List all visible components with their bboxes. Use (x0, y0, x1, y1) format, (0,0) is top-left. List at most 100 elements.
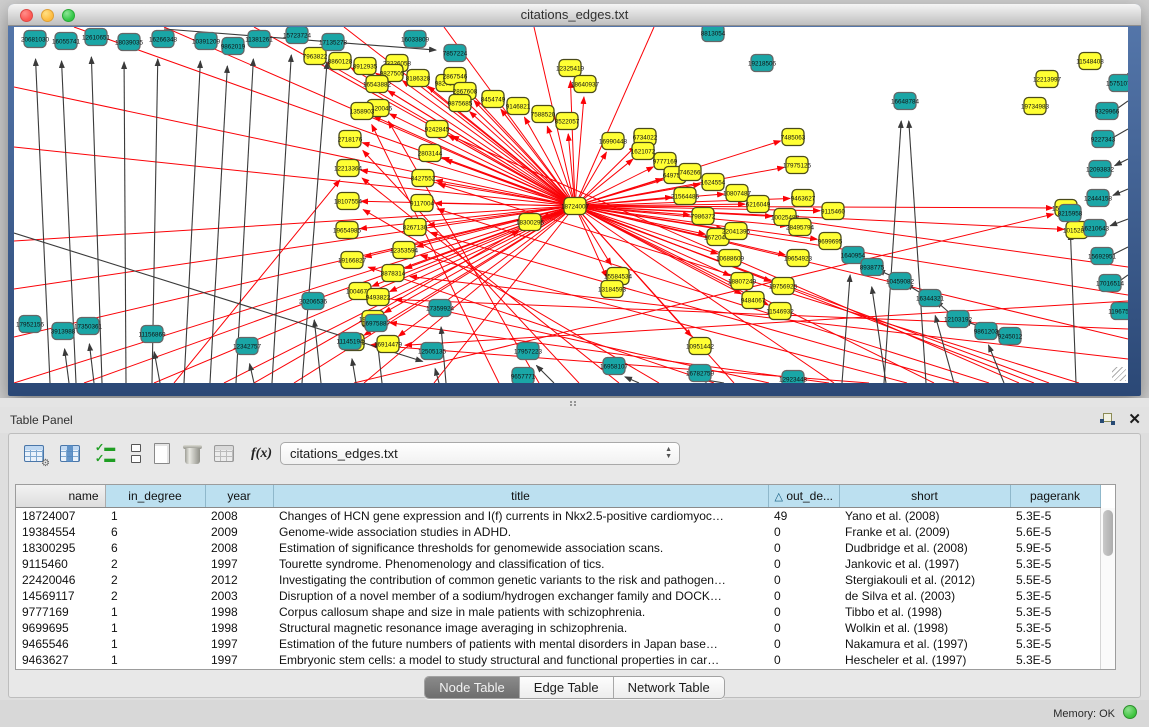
graph-node[interactable]: 18807249 (728, 273, 757, 290)
graph-node[interactable]: 7485063 (781, 129, 806, 146)
float-panel-icon[interactable] (1100, 413, 1115, 427)
graph-node[interactable]: 9862019 (221, 38, 246, 55)
graph-node[interactable]: 19734983 (1021, 98, 1050, 115)
graph-node[interactable]: 7857224 (443, 45, 468, 62)
graph-node[interactable]: 1358903 (350, 103, 375, 120)
graph-edge[interactable] (352, 359, 356, 383)
graph-node[interactable]: 11145194 (336, 333, 364, 350)
graph-node[interactable]: 17359924 (426, 300, 455, 317)
graph-node[interactable]: 1621072 (631, 143, 656, 160)
graph-node[interactable]: 12103192 (944, 311, 973, 328)
network-canvas[interactable]: 1872400779638228860128891293523226058982… (14, 27, 1128, 383)
graph-edge[interactable] (368, 267, 714, 383)
graph-node[interactable]: 16648784 (891, 93, 920, 110)
graph-node[interactable]: 8215958 (1058, 205, 1083, 222)
graph-node[interactable]: 9463627 (791, 190, 816, 207)
graph-node[interactable]: 20681030 (21, 31, 50, 48)
graph-node[interactable]: 10951442 (686, 338, 715, 355)
split-pane-divider[interactable] (0, 398, 1149, 407)
graph-node[interactable]: 9146821 (506, 98, 531, 115)
table-row[interactable]: 946554611997Estimation of the future num… (16, 636, 1100, 652)
network-window-titlebar[interactable]: citations_edges.txt (8, 4, 1141, 26)
column-header-year[interactable]: year (205, 485, 273, 507)
graph-node[interactable]: 19166827 (338, 252, 367, 269)
graph-node[interactable]: 19654985 (333, 222, 362, 239)
graph-node[interactable]: 15751074 (1106, 75, 1128, 92)
graph-node[interactable]: 9227343 (1091, 131, 1116, 148)
graph-node[interactable]: 15692951 (1088, 248, 1117, 265)
graph-node[interactable]: 1624554 (701, 174, 726, 191)
scrollbar-thumb[interactable] (1103, 510, 1113, 556)
graph-edge[interactable] (390, 114, 575, 206)
graph-node[interactable]: 18107554 (334, 193, 363, 210)
memory-status-dot[interactable] (1123, 705, 1137, 719)
graph-node[interactable]: 15723724 (283, 27, 312, 44)
graph-node[interactable]: 12444158 (1084, 190, 1113, 207)
graph-edge[interactable] (210, 66, 227, 383)
graph-node[interactable]: 12213997 (1033, 71, 1062, 88)
graph-node[interactable]: 9699695 (818, 233, 843, 250)
graph-node[interactable]: 9117004 (410, 195, 435, 212)
graph-edge[interactable] (884, 121, 901, 383)
graph-node[interactable]: 17135278 (319, 34, 348, 51)
graph-edge[interactable] (536, 365, 554, 383)
graph-node[interactable]: 12923448 (779, 371, 808, 384)
graph-node[interactable]: 8938775 (860, 259, 885, 276)
graph-node[interactable]: 18039035 (115, 34, 144, 51)
vertical-scrollbar[interactable] (1100, 508, 1115, 669)
graph-node[interactable]: 2718176 (338, 131, 363, 148)
graph-node[interactable]: 11381261 (245, 31, 273, 48)
graph-node[interactable]: 11967534 (1108, 303, 1128, 320)
graph-node[interactable]: 16782759 (686, 365, 715, 382)
graph-node[interactable]: 17957223 (514, 343, 543, 360)
graph-node[interactable]: 16914479 (374, 336, 403, 353)
new-column-button[interactable] (151, 443, 177, 467)
tab-edge-table[interactable]: Edge Table (520, 677, 614, 698)
graph-node[interactable]: 11546932 (766, 303, 794, 320)
graph-node[interactable]: 9484067 (741, 292, 766, 309)
graph-node[interactable]: 6216049 (746, 196, 771, 213)
table-row[interactable]: 946362711997Embryonic stem cells: a mode… (16, 652, 1100, 668)
table-row[interactable]: 2242004622012Investigating the contribut… (16, 572, 1100, 588)
tab-node-table[interactable]: Node Table (425, 677, 520, 698)
select-columns-button[interactable] (59, 443, 85, 467)
graph-node[interactable]: 12610651 (82, 29, 111, 46)
column-header-in-degree[interactable]: in_degree (105, 485, 205, 507)
graph-node[interactable]: 17016514 (1096, 275, 1125, 292)
graph-node[interactable]: 19218506 (748, 55, 777, 72)
graph-node[interactable]: 8267130 (403, 219, 428, 236)
graph-node[interactable]: 8186328 (406, 70, 431, 87)
graph-node[interactable]: 9245012 (998, 328, 1023, 345)
graph-node[interactable]: 9657771 (511, 368, 536, 384)
resize-grip[interactable] (1112, 367, 1126, 381)
graph-edge[interactable] (1113, 189, 1128, 195)
graph-node[interactable]: 10391209 (192, 33, 221, 50)
graph-edge[interactable] (236, 59, 253, 383)
graph-node[interactable]: 8454749 (481, 91, 506, 108)
graph-node[interactable]: 16344321 (916, 290, 945, 307)
graph-node[interactable]: 3913988 (51, 323, 76, 340)
graph-node[interactable]: 18724007 (561, 198, 590, 215)
graph-edge[interactable] (1070, 233, 1076, 383)
graph-node[interactable]: 16033809 (401, 31, 430, 48)
graph-node[interactable]: 17350361 (74, 318, 103, 335)
graph-node[interactable]: 12325419 (556, 60, 585, 77)
graph-node[interactable]: 16958107 (600, 358, 629, 375)
column-header-out-degree[interactable]: △ out_de... (768, 485, 839, 507)
graph-edge[interactable] (374, 116, 575, 206)
graph-node[interactable]: 9875685 (448, 95, 473, 112)
graph-edge[interactable] (362, 143, 575, 206)
graph-node[interactable]: 17952156 (16, 316, 45, 333)
graph-node[interactable]: 16055741 (52, 33, 81, 50)
graph-node[interactable]: 8522057 (555, 113, 580, 130)
graph-edge[interactable] (36, 59, 50, 383)
tab-network-table[interactable]: Network Table (614, 677, 724, 698)
graph-edge[interactable] (1110, 219, 1128, 226)
graph-node[interactable]: 8427552 (411, 170, 436, 187)
graph-edge[interactable] (184, 61, 200, 383)
table-row[interactable]: 1872400712008Changes of HCN gene express… (16, 507, 1100, 524)
table-row[interactable]: 911546021997Tourette syndrome. Phenomeno… (16, 556, 1100, 572)
function-builder-button[interactable]: f(x) (251, 446, 277, 470)
graph-node[interactable]: 9115460 (821, 203, 846, 220)
graph-node[interactable]: 16266348 (149, 31, 178, 48)
